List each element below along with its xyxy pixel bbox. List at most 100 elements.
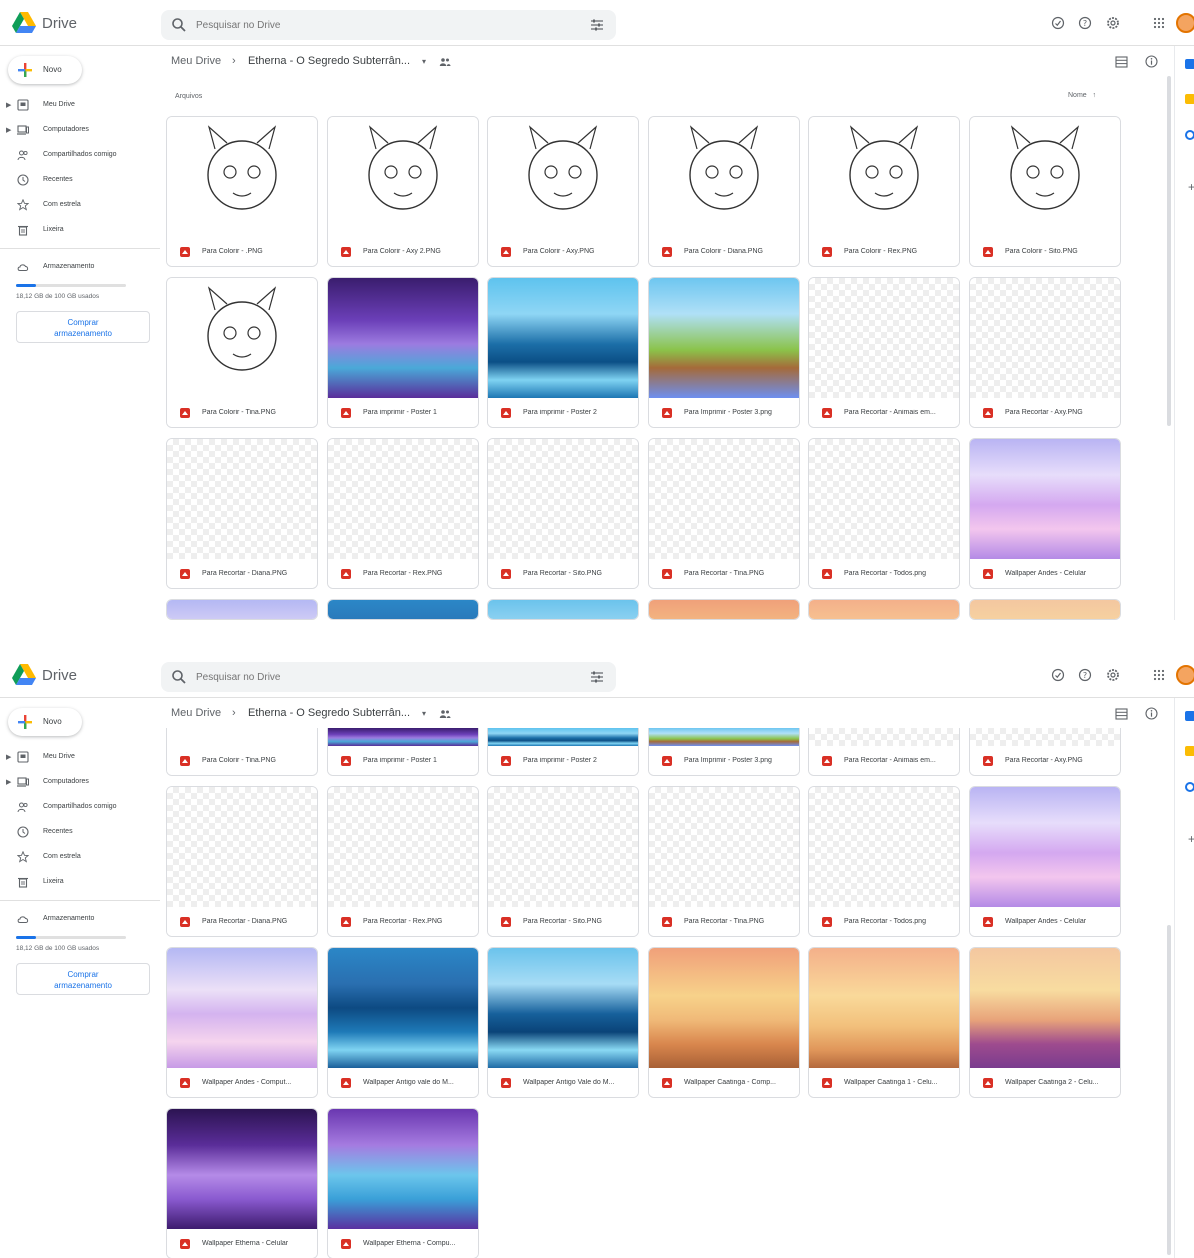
file-card[interactable]: Wallpaper Andes - Comput... bbox=[166, 947, 318, 1098]
file-card[interactable]: Para Colorir - .PNG bbox=[166, 116, 318, 267]
new-button[interactable]: Novo bbox=[8, 56, 82, 84]
info-icon[interactable] bbox=[1145, 55, 1158, 68]
expand-caret-icon[interactable]: ▶ bbox=[6, 101, 11, 109]
buy-storage-button[interactable]: Comprar armazenamento bbox=[16, 311, 150, 343]
file-card[interactable]: Wallpaper Caatinga - Comp... bbox=[648, 599, 800, 620]
search-bar[interactable] bbox=[161, 10, 616, 40]
file-card[interactable]: Para imprimir - Poster 1 bbox=[327, 728, 479, 776]
file-card[interactable]: Para Recortar - Rex.PNG bbox=[327, 786, 479, 937]
file-card[interactable]: Para Colorir - Axy.PNG bbox=[487, 116, 639, 267]
expand-caret-icon[interactable]: ▶ bbox=[6, 778, 11, 786]
file-card[interactable]: Wallpaper Caatinga 1 - Celu... bbox=[808, 947, 960, 1098]
filter-options-icon[interactable] bbox=[590, 670, 604, 684]
sidebar-item-storage[interactable]: Armazenamento bbox=[0, 910, 160, 928]
settings-icon[interactable] bbox=[1106, 16, 1120, 30]
sidebar-item-shared-with-me[interactable]: Compartilhados comigo bbox=[0, 798, 160, 816]
offline-status-icon[interactable] bbox=[1051, 16, 1065, 30]
file-card[interactable]: Wallpaper Antigo vale do M... bbox=[327, 599, 479, 620]
file-card[interactable]: Para Recortar - Animais em... bbox=[808, 728, 960, 776]
file-card[interactable]: Wallpaper Antigo vale do M... bbox=[327, 947, 479, 1098]
filter-options-icon[interactable] bbox=[590, 18, 604, 32]
list-view-icon[interactable] bbox=[1115, 708, 1128, 720]
help-icon[interactable]: ? bbox=[1078, 668, 1092, 682]
offline-status-icon[interactable] bbox=[1051, 668, 1065, 682]
add-addon-icon[interactable]: + bbox=[1188, 180, 1194, 194]
sidebar-item-computers[interactable]: ▶ Computadores bbox=[0, 121, 160, 139]
sidebar-item-shared-with-me[interactable]: Compartilhados comigo bbox=[0, 146, 160, 164]
file-card[interactable]: Wallpaper Caatinga 2 - Celu... bbox=[969, 947, 1121, 1098]
account-avatar[interactable] bbox=[1176, 665, 1194, 685]
apps-grid-icon[interactable] bbox=[1152, 668, 1166, 682]
file-card[interactable]: Para Recortar - Sito.PNG bbox=[487, 786, 639, 937]
file-card[interactable]: Para Colorir - Tina.PNG bbox=[166, 728, 318, 776]
sort-by-name-button[interactable]: Nome ↑ bbox=[1068, 92, 1096, 99]
file-card[interactable]: Para Recortar - Axy.PNG bbox=[969, 728, 1121, 776]
sidebar-item-recent[interactable]: Recentes bbox=[0, 823, 160, 841]
new-button[interactable]: Novo bbox=[8, 708, 82, 736]
file-card[interactable]: Para imprimir - Poster 2 bbox=[487, 277, 639, 428]
dropdown-icon[interactable]: ▾ bbox=[422, 57, 426, 66]
file-card[interactable]: Para imprimir - Poster 1 bbox=[327, 277, 479, 428]
sidebar-item-trash[interactable]: Lixeira bbox=[0, 221, 160, 239]
file-card[interactable]: Para Imprimir - Poster 3.png bbox=[648, 728, 800, 776]
search-bar[interactable] bbox=[161, 662, 616, 692]
file-card[interactable]: Para Colorir - Axy 2.PNG bbox=[327, 116, 479, 267]
file-card[interactable]: Wallpaper Andes - Comput... bbox=[166, 599, 318, 620]
keep-icon[interactable] bbox=[1185, 746, 1194, 756]
file-card[interactable]: Para Recortar - Rex.PNG bbox=[327, 438, 479, 589]
file-card[interactable]: Para Recortar - Sito.PNG bbox=[487, 438, 639, 589]
tasks-icon[interactable] bbox=[1185, 130, 1194, 140]
sidebar-item-computers[interactable]: ▶ Computadores bbox=[0, 773, 160, 791]
file-card[interactable]: Para Recortar - Todos.png bbox=[808, 786, 960, 937]
drive-logo-icon[interactable] bbox=[12, 664, 36, 686]
file-card[interactable]: Para Recortar - Tina.PNG bbox=[648, 438, 800, 589]
expand-caret-icon[interactable]: ▶ bbox=[6, 753, 11, 761]
search-input[interactable] bbox=[196, 10, 556, 40]
keep-icon[interactable] bbox=[1185, 94, 1194, 104]
file-card[interactable]: Wallpaper Etherna - Celular bbox=[166, 1108, 318, 1258]
breadcrumb-current-folder[interactable]: Etherna - O Segredo Subterrân... bbox=[248, 55, 410, 67]
settings-icon[interactable] bbox=[1106, 668, 1120, 682]
file-card[interactable]: Para Recortar - Animais em... bbox=[808, 277, 960, 428]
file-card[interactable]: Wallpaper Antigo Vale do M... bbox=[487, 599, 639, 620]
file-card[interactable]: Para Colorir - Rex.PNG bbox=[808, 116, 960, 267]
sidebar-item-starred[interactable]: Com estrela bbox=[0, 196, 160, 214]
account-avatar[interactable] bbox=[1176, 13, 1194, 33]
file-card[interactable]: Para Imprimir - Poster 3.png bbox=[648, 277, 800, 428]
file-card[interactable]: Wallpaper Caatinga 2 - Celu... bbox=[969, 599, 1121, 620]
apps-grid-icon[interactable] bbox=[1152, 16, 1166, 30]
file-card[interactable]: Wallpaper Caatinga - Comp... bbox=[648, 947, 800, 1098]
help-icon[interactable]: ? bbox=[1078, 16, 1092, 30]
file-card[interactable]: Para Colorir - Tina.PNG bbox=[166, 277, 318, 428]
buy-storage-button[interactable]: Comprar armazenamento bbox=[16, 963, 150, 995]
calendar-icon[interactable] bbox=[1185, 711, 1194, 721]
drive-logo-icon[interactable] bbox=[12, 12, 36, 34]
file-card[interactable]: Para imprimir - Poster 2 bbox=[487, 728, 639, 776]
file-card[interactable]: Para Colorir - Diana.PNG bbox=[648, 116, 800, 267]
add-addon-icon[interactable]: + bbox=[1188, 832, 1194, 846]
file-card[interactable]: Para Recortar - Axy.PNG bbox=[969, 277, 1121, 428]
sidebar-item-my-drive[interactable]: ▶ Meu Drive bbox=[0, 748, 160, 766]
calendar-icon[interactable] bbox=[1185, 59, 1194, 69]
dropdown-icon[interactable]: ▾ bbox=[422, 709, 426, 718]
file-card[interactable]: Wallpaper Andes - Celular bbox=[969, 786, 1121, 937]
sidebar-item-my-drive[interactable]: ▶ Meu Drive bbox=[0, 96, 160, 114]
file-card[interactable]: Wallpaper Andes - Celular bbox=[969, 438, 1121, 589]
tasks-icon[interactable] bbox=[1185, 782, 1194, 792]
info-icon[interactable] bbox=[1145, 707, 1158, 720]
file-card[interactable]: Para Recortar - Diana.PNG bbox=[166, 438, 318, 589]
file-card[interactable]: Para Colorir - Sito.PNG bbox=[969, 116, 1121, 267]
breadcrumb-root[interactable]: Meu Drive bbox=[171, 55, 221, 67]
sidebar-item-starred[interactable]: Com estrela bbox=[0, 848, 160, 866]
file-card[interactable]: Wallpaper Caatinga 1 - Celu... bbox=[808, 599, 960, 620]
scrollbar[interactable] bbox=[1167, 925, 1171, 1255]
file-card[interactable]: Para Recortar - Todos.png bbox=[808, 438, 960, 589]
file-card[interactable]: Wallpaper Etherna - Compu... bbox=[327, 1108, 479, 1258]
breadcrumb-current-folder[interactable]: Etherna - O Segredo Subterrân... bbox=[248, 707, 410, 719]
scrollbar[interactable] bbox=[1167, 76, 1171, 426]
list-view-icon[interactable] bbox=[1115, 56, 1128, 68]
expand-caret-icon[interactable]: ▶ bbox=[6, 126, 11, 134]
search-icon[interactable] bbox=[171, 669, 187, 685]
breadcrumb-root[interactable]: Meu Drive bbox=[171, 707, 221, 719]
search-icon[interactable] bbox=[171, 17, 187, 33]
